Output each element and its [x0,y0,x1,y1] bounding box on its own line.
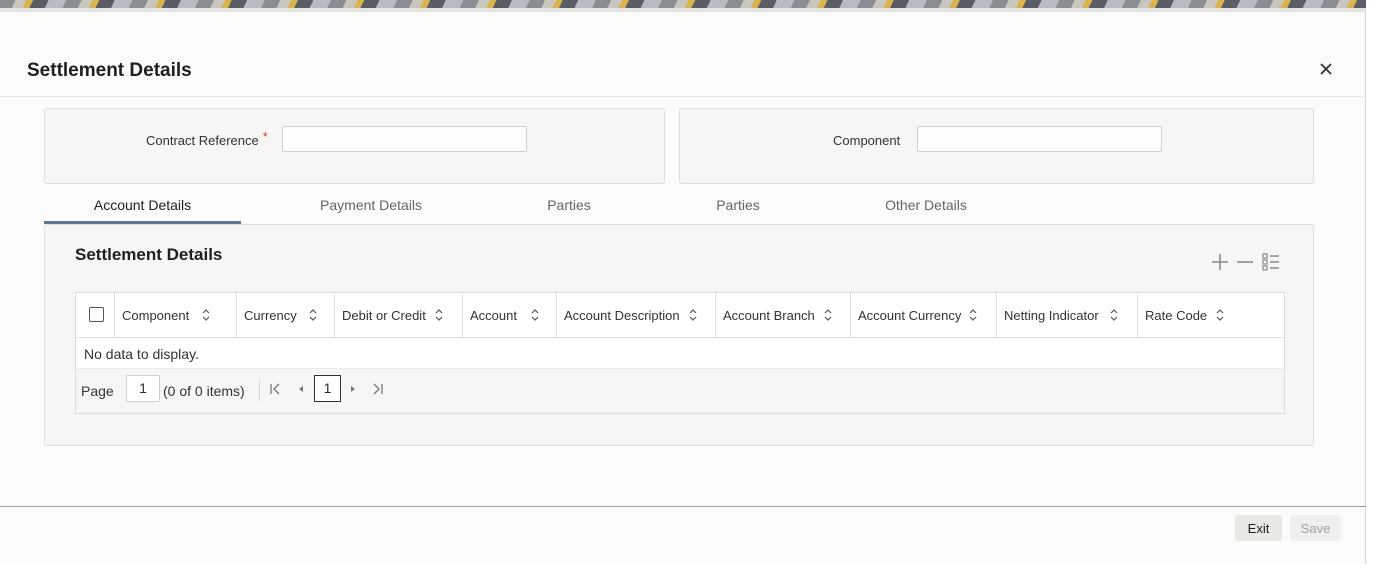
current-page-button[interactable]: 1 [314,375,341,402]
contract-reference-label-text: Contract Reference [146,133,259,148]
section-title: Settlement Details [75,245,223,264]
account-details-panel: Settlement Details Component Currency De… [44,224,1314,446]
sort-icon [531,309,539,321]
settlement-dialog: Settlement Details Contract Reference * C… [0,12,1366,564]
exit-button[interactable]: Exit [1235,515,1282,541]
grid-header: Component Currency Debit or Credit Accou… [76,293,1284,338]
next-page-button[interactable] [345,379,361,399]
tab-bar: Account Details Payment Details Parties … [44,194,1314,224]
sort-icon [689,309,697,321]
sort-icon [824,309,832,321]
header-banner [0,0,1366,12]
column-header-currency[interactable]: Currency [237,293,335,338]
column-label: Rate Code [1145,308,1208,323]
pagination-bar: Page 1 (0 of 0 items) 1 [76,368,1284,413]
column-header-debit-or-credit[interactable]: Debit or Credit [335,293,463,338]
column-label: Debit or Credit [342,308,426,323]
contract-reference-panel: Contract Reference * [44,108,665,184]
sort-icon [969,309,977,321]
next-page-icon [351,386,355,392]
column-header-account-description[interactable]: Account Description [557,293,716,338]
column-label: Netting Indicator [1004,308,1099,323]
close-button[interactable] [1316,59,1336,79]
column-header-account[interactable]: Account [463,293,557,338]
column-list-icon [1262,253,1279,271]
title-divider [0,96,1366,97]
remove-icon [1237,261,1253,263]
required-mark: * [262,129,268,144]
empty-message: No data to display. [84,346,199,362]
component-panel: Component [679,108,1314,184]
column-header-netting-indicator[interactable]: Netting Indicator [997,293,1138,338]
settlement-grid: Component Currency Debit or Credit Accou… [75,292,1285,414]
page-label: Page [81,383,114,399]
column-label: Account Description [564,308,680,323]
sort-icon [1216,309,1224,321]
select-all-cell [76,293,115,338]
select-all-checkbox[interactable] [89,307,104,322]
column-label: Account [470,308,517,323]
column-list-button[interactable] [1260,251,1282,273]
add-row-button[interactable] [1209,251,1231,273]
first-page-icon [270,383,280,395]
tab-parties-2[interactable]: Parties [639,194,837,224]
previous-page-button[interactable] [293,379,309,399]
column-header-rate-code[interactable]: Rate Code [1138,293,1284,338]
close-icon [1320,63,1332,75]
tab-other-details[interactable]: Other Details [827,194,1025,224]
sort-icon [1110,309,1118,321]
column-header-account-currency[interactable]: Account Currency [851,293,997,338]
column-label: Account Branch [723,308,815,323]
last-page-icon [373,383,383,395]
column-label: Currency [244,308,297,323]
remove-row-button[interactable] [1234,251,1256,273]
column-header-account-branch[interactable]: Account Branch [716,293,851,338]
tab-account-details[interactable]: Account Details [44,194,241,224]
tab-payment-details[interactable]: Payment Details [272,194,470,224]
pager-divider [259,379,260,401]
page-number-input[interactable]: 1 [126,375,160,402]
previous-page-icon [299,386,303,392]
column-header-component[interactable]: Component [115,293,237,338]
column-label: Account Currency [858,308,962,323]
sort-icon [435,309,443,321]
footer-divider [0,506,1366,507]
contract-reference-label: Contract Reference * [146,129,268,148]
sort-icon [202,309,210,321]
contract-reference-input[interactable] [282,126,527,152]
column-label: Component [122,308,190,323]
component-label: Component [833,133,901,148]
dialog-title: Settlement Details [27,60,192,81]
add-icon [1212,254,1228,270]
sort-icon [309,309,317,321]
item-count: (0 of 0 items) [163,383,245,399]
component-input[interactable] [917,126,1162,152]
last-page-button[interactable] [370,379,386,399]
first-page-button[interactable] [267,379,283,399]
save-button[interactable]: Save [1290,515,1341,541]
